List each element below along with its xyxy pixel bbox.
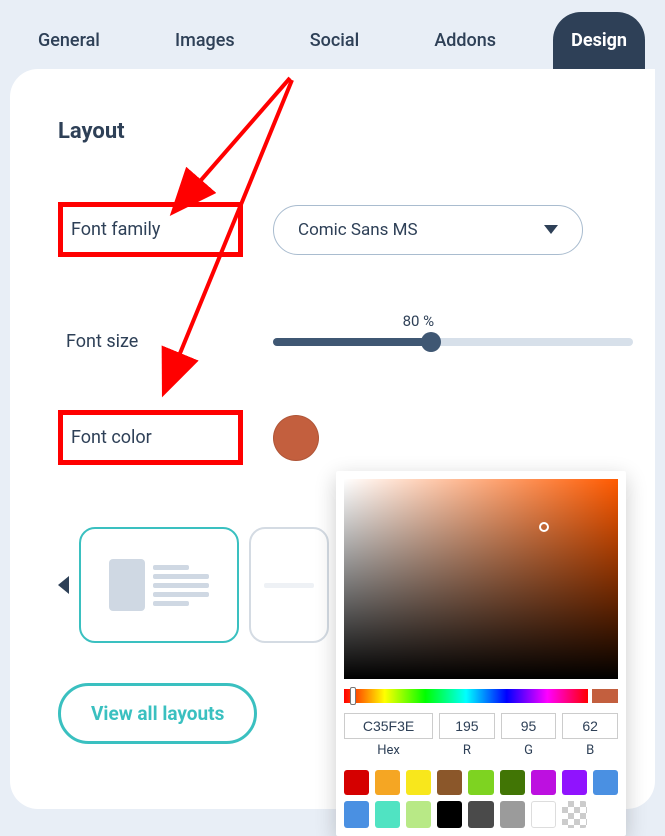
preset-swatch[interactable] xyxy=(344,770,369,795)
color-preview xyxy=(592,689,618,703)
preset-swatch[interactable] xyxy=(593,770,618,795)
hex-input[interactable] xyxy=(344,713,433,739)
preset-swatches xyxy=(344,770,618,828)
font-color-swatch[interactable] xyxy=(273,415,319,461)
hue-thumb[interactable] xyxy=(350,687,356,705)
hue-slider[interactable] xyxy=(344,689,588,703)
preset-swatch[interactable] xyxy=(437,801,462,828)
tab-images[interactable]: Images xyxy=(157,12,253,69)
font-size-value: 80 % xyxy=(403,312,435,330)
preset-swatch[interactable] xyxy=(375,770,400,795)
tab-social[interactable]: Social xyxy=(292,12,377,69)
label-font-size: Font size xyxy=(58,319,243,364)
b-label: B xyxy=(562,743,618,758)
chevron-down-icon xyxy=(544,225,558,234)
tab-general[interactable]: General xyxy=(20,12,118,69)
hex-label: Hex xyxy=(344,743,433,758)
preset-swatch[interactable] xyxy=(500,770,525,795)
saturation-cursor[interactable] xyxy=(539,522,549,532)
tab-addons[interactable]: Addons xyxy=(416,12,514,69)
slider-thumb[interactable] xyxy=(421,332,441,352)
design-panel: Layout Font family Comic Sans MS Font si… xyxy=(10,69,655,809)
layout-card[interactable] xyxy=(79,527,239,643)
preset-swatch[interactable] xyxy=(437,770,462,795)
preset-swatch[interactable] xyxy=(562,770,587,795)
r-label: R xyxy=(439,743,495,758)
preset-swatch[interactable] xyxy=(406,801,431,828)
view-all-layouts-button[interactable]: View all layouts xyxy=(58,683,257,744)
r-input[interactable] xyxy=(439,713,495,739)
layout-card[interactable] xyxy=(249,527,329,643)
section-title: Layout xyxy=(58,119,607,144)
preset-swatch[interactable] xyxy=(468,770,493,795)
g-input[interactable] xyxy=(501,713,557,739)
preset-swatch[interactable] xyxy=(531,770,556,795)
label-font-color: Font color xyxy=(58,410,243,465)
preset-swatch[interactable] xyxy=(531,801,556,828)
label-font-family: Font family xyxy=(58,202,243,257)
tabs-bar: General Images Social Addons Design xyxy=(0,0,665,69)
font-size-slider[interactable]: 80 % xyxy=(273,338,633,346)
tab-design[interactable]: Design xyxy=(553,12,645,69)
preset-swatch[interactable] xyxy=(344,801,369,828)
font-family-value: Comic Sans MS xyxy=(298,220,418,240)
preset-swatch[interactable] xyxy=(562,801,587,828)
font-family-dropdown[interactable]: Comic Sans MS xyxy=(273,205,583,255)
preset-swatch[interactable] xyxy=(468,801,493,828)
color-picker: Hex R G B xyxy=(336,471,626,836)
preset-swatch[interactable] xyxy=(375,801,400,828)
preset-swatch[interactable] xyxy=(406,770,431,795)
preset-swatch[interactable] xyxy=(500,801,525,828)
g-label: G xyxy=(501,743,557,758)
b-input[interactable] xyxy=(562,713,618,739)
saturation-brightness-area[interactable] xyxy=(344,479,618,679)
carousel-prev-icon[interactable] xyxy=(58,576,69,594)
